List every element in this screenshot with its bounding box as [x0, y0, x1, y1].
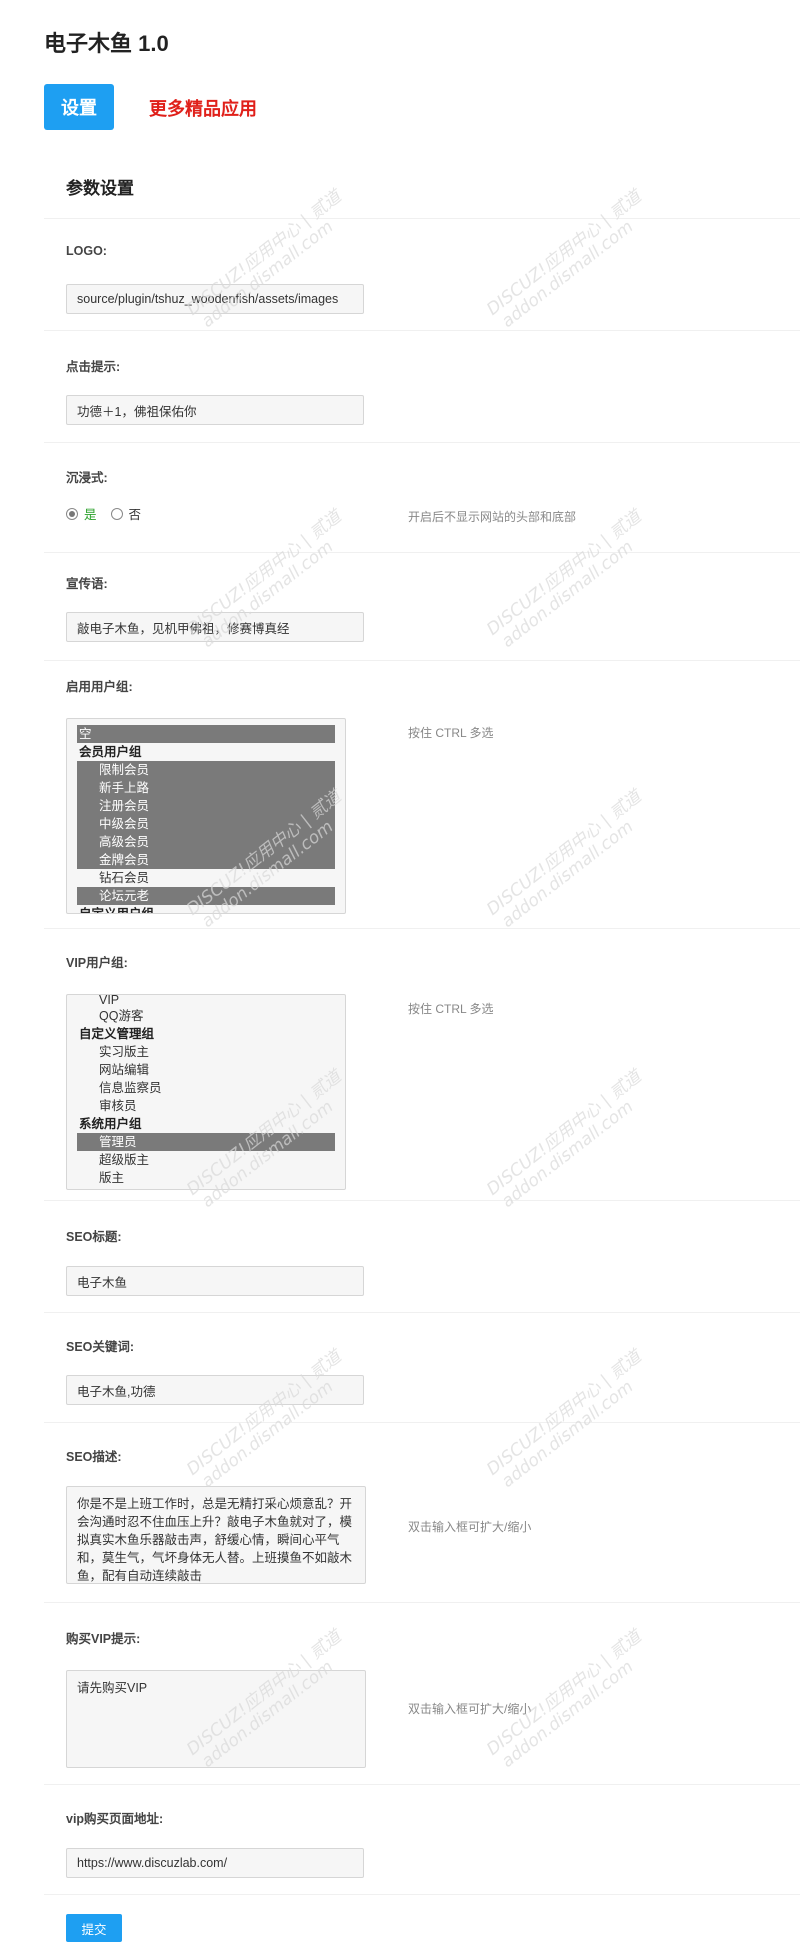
select-option[interactable]: 限制会员 [77, 761, 335, 779]
enabled-groups-hint: 按住 CTRL 多选 [408, 726, 494, 740]
settings-button[interactable]: 设置 [44, 84, 114, 130]
settings-panel: 参数设置 LOGO: 点击提示: 沉浸式: 是 否 开启后不显示网站的头部和底部… [44, 152, 800, 1950]
app-title: 电子木鱼 1.0 [44, 31, 169, 56]
logo-input[interactable] [66, 284, 364, 314]
select-option[interactable]: 钻石会员 [77, 869, 335, 887]
select-option[interactable]: 网站编辑 [77, 1061, 335, 1079]
select-option[interactable]: 注册会员 [77, 797, 335, 815]
vip-groups-label: VIP用户组: [66, 956, 128, 970]
seo-title-input[interactable] [66, 1266, 364, 1296]
vip-url-input[interactable] [66, 1848, 364, 1878]
select-optgroup: 自定义用户组 [79, 907, 155, 914]
divider [44, 1200, 800, 1201]
seo-description-hint: 双击输入框可扩大/缩小 [408, 1520, 532, 1534]
click-tip-label: 点击提示: [66, 360, 121, 374]
divider [44, 928, 800, 929]
seo-description-textarea[interactable]: 你是不是上班工作时，总是无精打采心烦意乱？开会沟通时忍不住血压上升？敲电子木鱼就… [66, 1486, 366, 1584]
select-option[interactable]: 信息监察员 [77, 1079, 335, 1097]
vip-groups-hint: 按住 CTRL 多选 [408, 1002, 494, 1016]
immersive-radio-group: 是 否 [66, 504, 141, 523]
enabled-groups-select[interactable]: 空 会员用户组 限制会员 新手上路 注册会员 中级会员 高级会员 金牌会员 钻石… [66, 718, 346, 914]
immersive-yes-label[interactable]: 是 [84, 504, 97, 523]
divider [44, 330, 800, 331]
select-option[interactable]: VIP [77, 995, 335, 1007]
divider [44, 1784, 800, 1785]
immersive-no-radio[interactable] [110, 507, 123, 520]
select-option[interactable]: 超级版主 [77, 1151, 335, 1169]
divider [44, 1602, 800, 1603]
seo-description-label: SEO描述: [66, 1450, 122, 1464]
select-option[interactable]: 金牌会员 [77, 851, 335, 869]
submit-button[interactable]: 提交 [66, 1914, 122, 1942]
vip-groups-select[interactable]: VIP QQ游客 自定义管理组 实习版主 网站编辑 信息监察员 审核员 系统用户… [66, 994, 346, 1190]
buy-vip-tip-textarea[interactable]: 请先购买VIP [66, 1670, 366, 1768]
buy-vip-tip-label: 购买VIP提示: [66, 1632, 141, 1646]
divider [44, 1894, 800, 1895]
select-option[interactable]: 管理员 [77, 1133, 335, 1151]
slogan-label: 宣传语: [66, 577, 108, 591]
immersive-label: 沉浸式: [66, 471, 108, 485]
select-option[interactable]: 论坛元老 [77, 887, 335, 905]
seo-keywords-label: SEO关键词: [66, 1340, 135, 1354]
divider [44, 1312, 800, 1313]
vip-url-label: vip购买页面地址: [66, 1812, 164, 1826]
immersive-hint: 开启后不显示网站的头部和底部 [408, 510, 577, 524]
divider [44, 442, 800, 443]
divider [44, 1422, 800, 1423]
select-option[interactable]: 新手上路 [77, 779, 335, 797]
panel-title: 参数设置 [66, 179, 134, 198]
seo-title-label: SEO标题: [66, 1230, 122, 1244]
immersive-no-label[interactable]: 否 [129, 504, 142, 523]
select-optgroup: 系统用户组 [79, 1117, 142, 1131]
divider [44, 218, 800, 219]
immersive-yes-radio[interactable] [66, 507, 78, 520]
select-optgroup: 自定义管理组 [79, 1027, 155, 1041]
select-option[interactable]: QQ游客 [77, 1007, 335, 1025]
click-tip-input[interactable] [66, 395, 364, 425]
buy-vip-tip-hint: 双击输入框可扩大/缩小 [408, 1702, 532, 1716]
divider [44, 660, 800, 661]
slogan-input[interactable] [66, 612, 364, 642]
select-optgroup: 会员用户组 [79, 745, 142, 759]
select-option[interactable]: 中级会员 [77, 815, 335, 833]
enabled-groups-label: 启用用户组: [66, 680, 133, 694]
more-apps-link[interactable]: 更多精品应用 [149, 95, 257, 121]
select-option[interactable]: 实习版主 [77, 1043, 335, 1061]
logo-label: LOGO: [66, 244, 107, 258]
select-option[interactable]: 版主 [77, 1169, 335, 1187]
seo-keywords-input[interactable] [66, 1375, 364, 1405]
divider [44, 552, 800, 553]
select-option[interactable]: 空 [77, 725, 335, 743]
select-option[interactable]: 审核员 [77, 1097, 335, 1115]
select-option[interactable]: 高级会员 [77, 833, 335, 851]
